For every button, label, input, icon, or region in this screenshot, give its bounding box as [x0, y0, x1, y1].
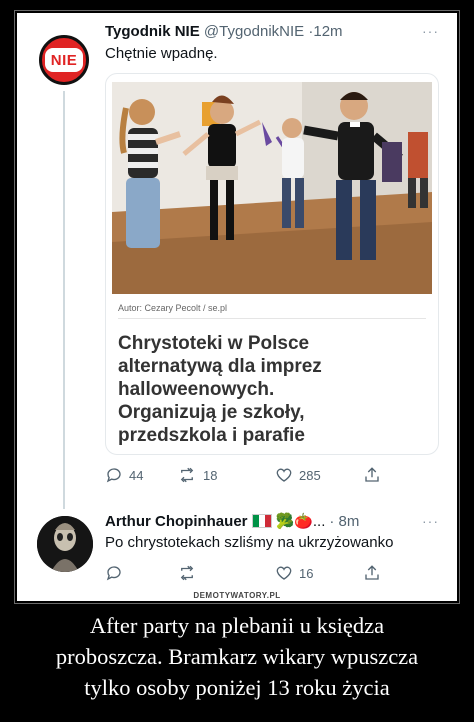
tweet2-reply-button[interactable] — [105, 564, 169, 582]
reply-icon — [106, 468, 121, 483]
tygodnik-nie-avatar[interactable]: NIE — [39, 35, 89, 85]
tweet2-retweet-button[interactable] — [177, 564, 273, 582]
tweet1-retweet-count: 18 — [203, 467, 218, 483]
quoted-article-card[interactable]: Autor: Cezary Pecolt / se.pl Chrystoteki… — [105, 73, 439, 455]
tweet1-time[interactable]: 12m — [313, 23, 342, 40]
tweet1-reply-count: 44 — [129, 467, 144, 483]
photo-credit: Autor: Cezary Pecolt / se.pl — [118, 303, 228, 313]
retweet-icon — [180, 467, 194, 483]
dancing-people-photo — [112, 82, 432, 294]
tweet2-more-options-icon[interactable]: ··· — [422, 513, 439, 529]
tweet1-header: Tygodnik NIE @TygodnikNIE ·12m — [105, 23, 343, 40]
watermark-text: DEMOTYWATORY.PL — [193, 591, 281, 600]
tweet2-like-button[interactable]: 16 — [275, 564, 361, 582]
tweet1-author-name[interactable]: Tygodnik NIE — [105, 23, 200, 40]
arthur-chopinhauer-avatar[interactable] — [37, 516, 93, 572]
retweet-icon — [180, 565, 194, 581]
tweet1-more-options-icon[interactable]: ··· — [422, 23, 439, 39]
article-photo — [112, 82, 432, 294]
avatar-logo-text: NIE — [45, 48, 83, 72]
tweet1-like-button[interactable]: 285 — [275, 466, 361, 484]
caption-line-2: proboszcza. Bramkarz wikary wpuszcza — [55, 644, 419, 669]
tweet1-text: Chętnie wpadnę. — [105, 45, 218, 62]
divider — [118, 318, 426, 319]
tweet-screenshot-card: NIE Tygodnik NIE @TygodnikNIE ·12m ··· C… — [17, 13, 457, 601]
tweet2-action-bar: 16 — [105, 564, 381, 582]
tweet2-emojis: 🥦🍅... — [275, 513, 326, 530]
tweet1-retweet-button[interactable]: 18 — [177, 466, 273, 484]
tweet1-handle[interactable]: @TygodnikNIE — [204, 23, 304, 40]
tweet1-like-count: 285 — [299, 467, 321, 483]
share-icon — [365, 565, 379, 580]
heart-icon — [276, 566, 292, 580]
tweet2-header: Arthur Chopinhauer 🥦🍅... · 8m — [105, 512, 359, 531]
article-headline[interactable]: Chrystoteki w Polsce alternatywą dla imp… — [118, 332, 428, 447]
italy-flag-icon — [251, 514, 272, 528]
tweet2-author-name[interactable]: Arthur Chopinhauer — [105, 513, 248, 530]
thread-line — [63, 91, 65, 509]
tweet2-share-button[interactable] — [363, 564, 381, 582]
caption-line-3: tylko osoby poniżej 13 roku życia — [84, 675, 390, 700]
reply-icon — [106, 566, 121, 581]
caption-line-1: After party na plebanii u księdza — [89, 613, 385, 638]
share-icon — [365, 467, 379, 482]
poster-caption: After party na plebanii u księdza probos… — [0, 610, 474, 703]
tweet1-share-button[interactable] — [363, 466, 381, 484]
tweet2-text: Po chrystotekach szliśmy na ukrzyżowanko — [105, 534, 394, 551]
tweet2-like-count: 16 — [299, 565, 314, 581]
tweet1-action-bar: 44 18 285 — [105, 466, 381, 484]
heart-icon — [276, 468, 292, 482]
avatar-portrait — [37, 516, 93, 572]
tweet2-time[interactable]: · 8m — [329, 513, 359, 530]
tweet1-reply-button[interactable]: 44 — [105, 466, 169, 484]
